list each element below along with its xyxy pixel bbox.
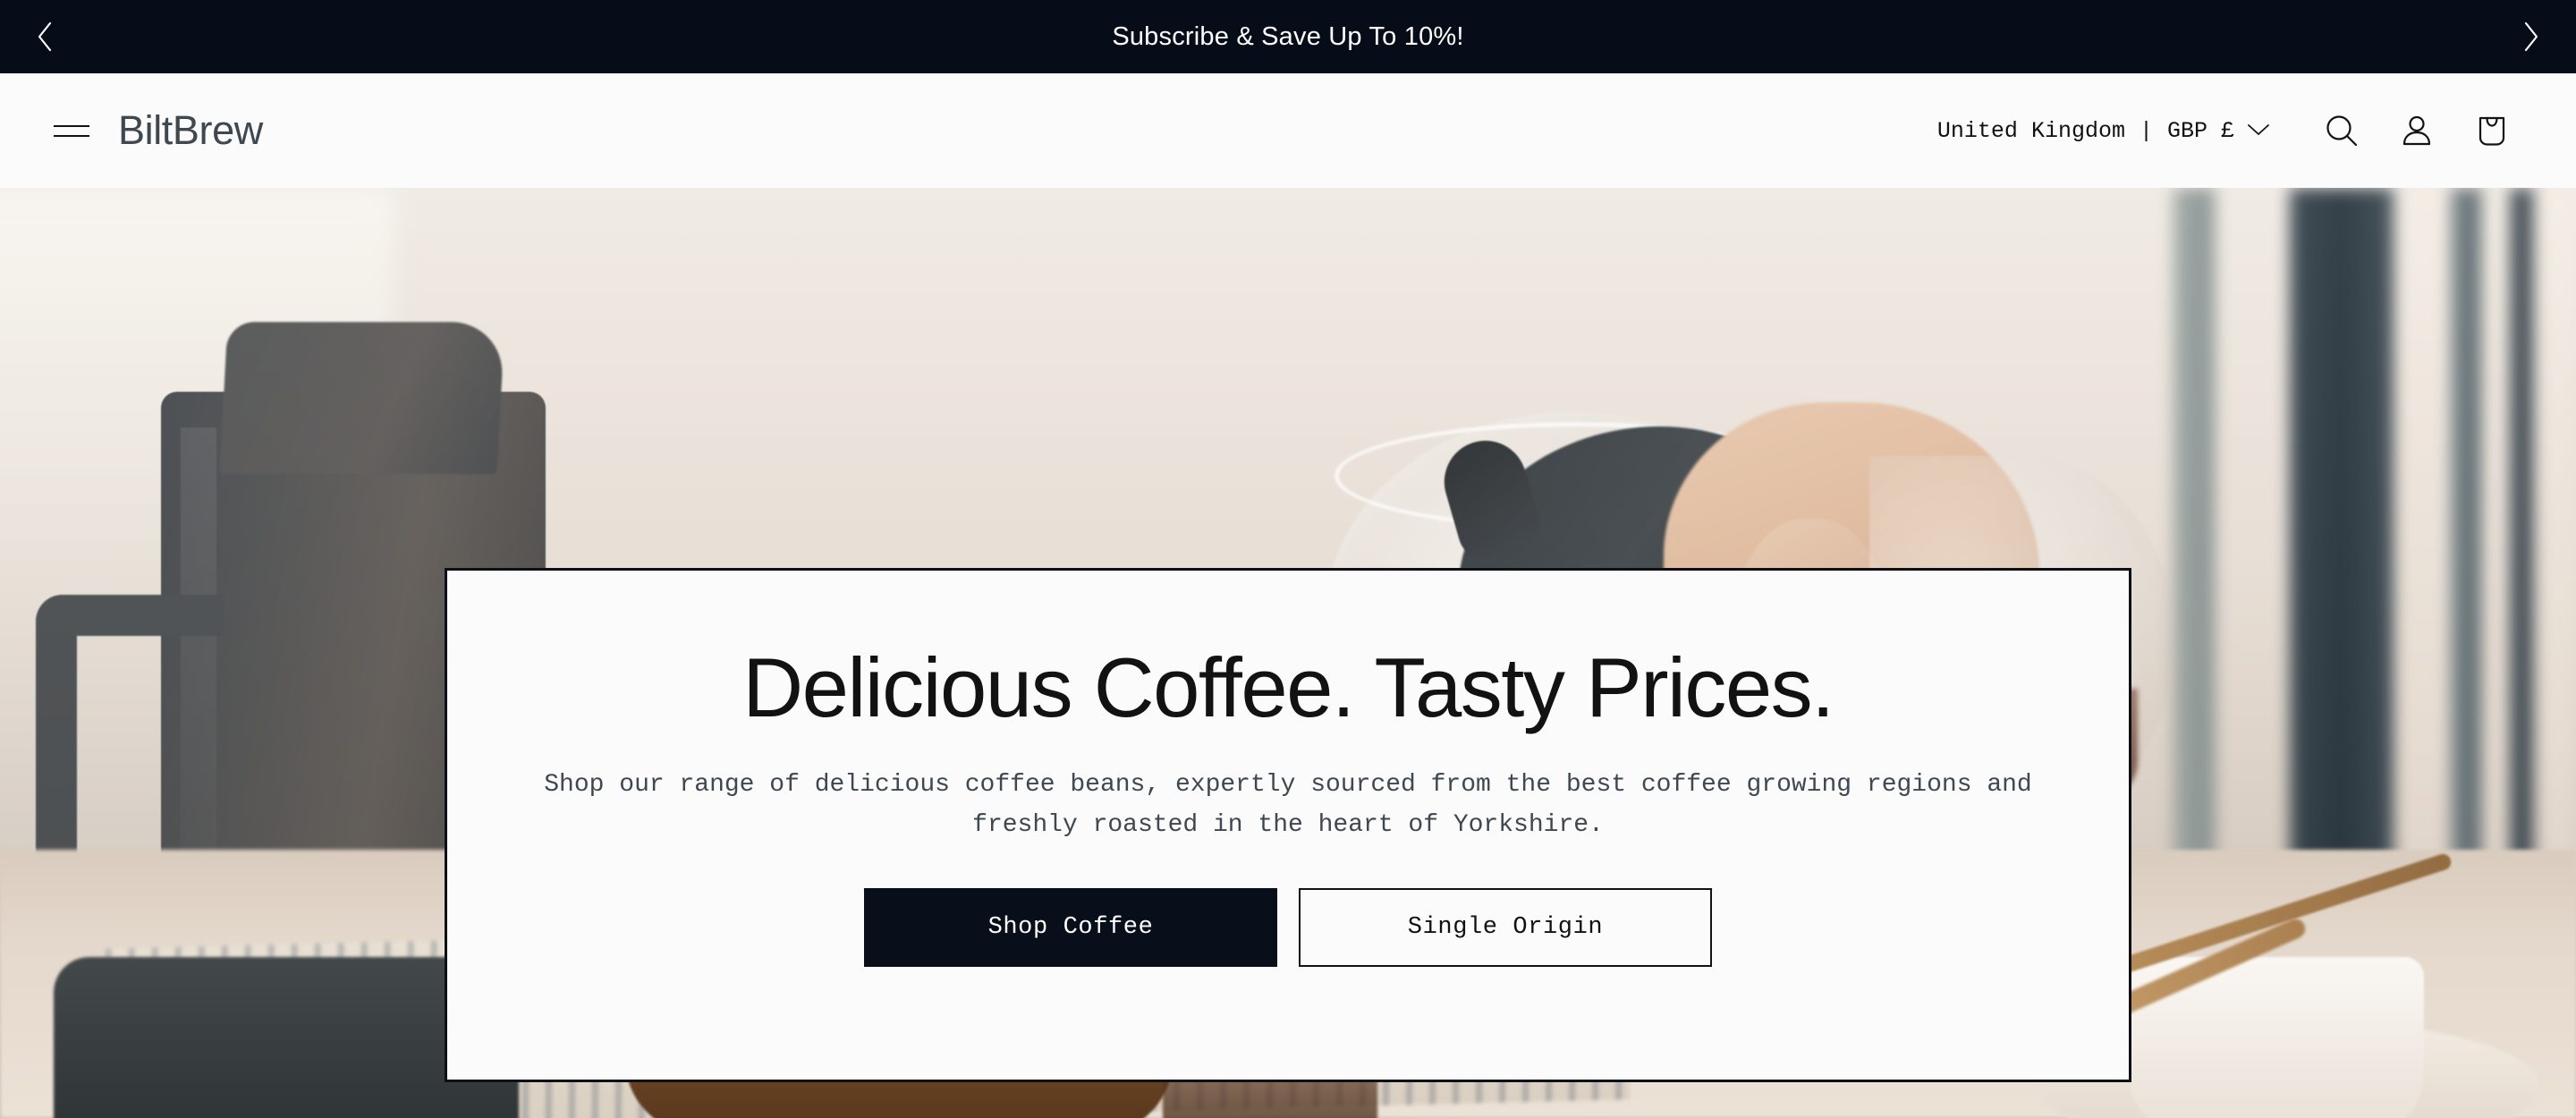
account-button[interactable] [2379,93,2454,168]
locale-divider: | [2139,117,2153,144]
shop-coffee-button[interactable]: Shop Coffee [864,888,1277,968]
header-actions: United Kingdom | GBP £ [1937,93,2529,168]
single-origin-button[interactable]: Single Origin [1299,888,1712,968]
chevron-left-icon [36,21,54,52]
announcement-next-button[interactable] [2508,13,2555,60]
search-button[interactable] [2304,93,2379,168]
hero-pitcher-neck [219,322,505,474]
hero-content-card: Delicious Coffee. Tasty Prices. Shop our… [445,568,2131,1082]
cart-icon [2473,112,2511,149]
hero-heading: Delicious Coffee. Tasty Prices. [742,640,1835,734]
chevron-right-icon [2522,21,2540,52]
search-icon [2323,112,2360,149]
hero-action-buttons: Shop Coffee Single Origin [864,888,1712,968]
cart-button[interactable] [2454,93,2529,168]
hamburger-icon-line [54,124,89,127]
site-header: BiltBrew United Kingdom | GBP £ [0,73,2576,188]
menu-button[interactable] [54,110,95,151]
chevron-down-icon [2247,118,2270,144]
hero-banner: Delicious Coffee. Tasty Prices. Shop our… [0,188,2576,1118]
locale-country: United Kingdom [1936,117,2125,144]
announcement-prev-button[interactable] [21,13,68,60]
brand-logo[interactable]: BiltBrew [118,107,263,154]
locale-currency-selector[interactable]: United Kingdom | GBP £ [1937,118,2270,144]
account-icon [2398,112,2436,149]
locale-currency: GBP £ [2166,117,2234,144]
announcement-bar: Subscribe & Save Up To 10%! [0,0,2576,73]
hamburger-icon-line [54,134,89,137]
announcement-text: Subscribe & Save Up To 10%! [1112,21,1464,51]
hero-subheading: Shop our range of delicious coffee beans… [544,770,2032,840]
